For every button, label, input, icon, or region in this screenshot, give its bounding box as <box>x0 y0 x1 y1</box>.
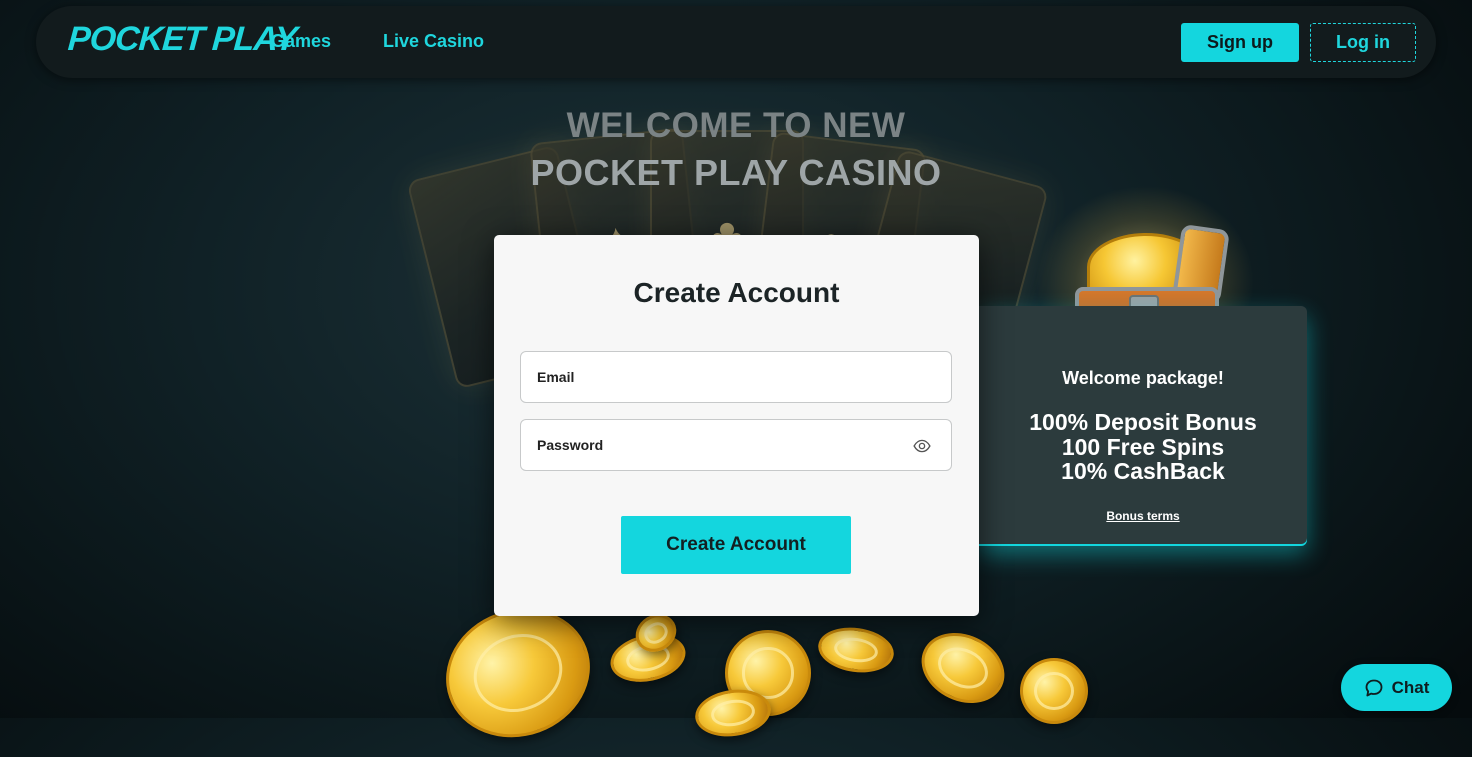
top-navigation-bar: POCKET PLAY Games Live Casino Sign up Lo… <box>36 6 1436 78</box>
log-in-button[interactable]: Log in <box>1310 23 1416 62</box>
form-title: Create Account <box>633 277 840 308</box>
nav-link-live-casino[interactable]: Live Casino <box>383 31 484 52</box>
create-account-button[interactable]: Create Account <box>621 516 851 574</box>
coin <box>910 619 1016 717</box>
coin <box>815 622 897 678</box>
coin <box>1020 658 1088 724</box>
nav-link-games[interactable]: Games <box>271 31 331 52</box>
email-field[interactable]: Email <box>520 351 952 403</box>
password-field-label: Password <box>537 437 604 453</box>
promo-line-deposit-bonus: 100% Deposit Bonus <box>1029 409 1257 435</box>
chat-label: Chat <box>1391 677 1430 697</box>
pocket-play-logo[interactable]: POCKET PLAY <box>67 20 298 59</box>
eye-icon[interactable] <box>913 437 931 455</box>
sign-up-button[interactable]: Sign up <box>1181 23 1299 62</box>
promo-heading: Welcome package! <box>1062 368 1224 388</box>
password-field[interactable]: Password <box>520 419 952 471</box>
create-account-card: Create Account Email Password Create Acc… <box>494 235 979 616</box>
promo-line-cashback: 10% CashBack <box>1061 458 1225 484</box>
chat-button[interactable]: Chat <box>1341 664 1452 711</box>
hero-title-line-1: WELCOME TO NEW <box>566 106 906 145</box>
bonus-terms-link[interactable]: Bonus terms <box>979 509 1307 523</box>
welcome-package-panel: Welcome package! 100% Deposit Bonus 100 … <box>979 306 1307 544</box>
email-field-label: Email <box>537 369 575 385</box>
chat-bubble-icon <box>1365 679 1383 696</box>
promo-line-free-spins: 100 Free Spins <box>1061 434 1225 460</box>
